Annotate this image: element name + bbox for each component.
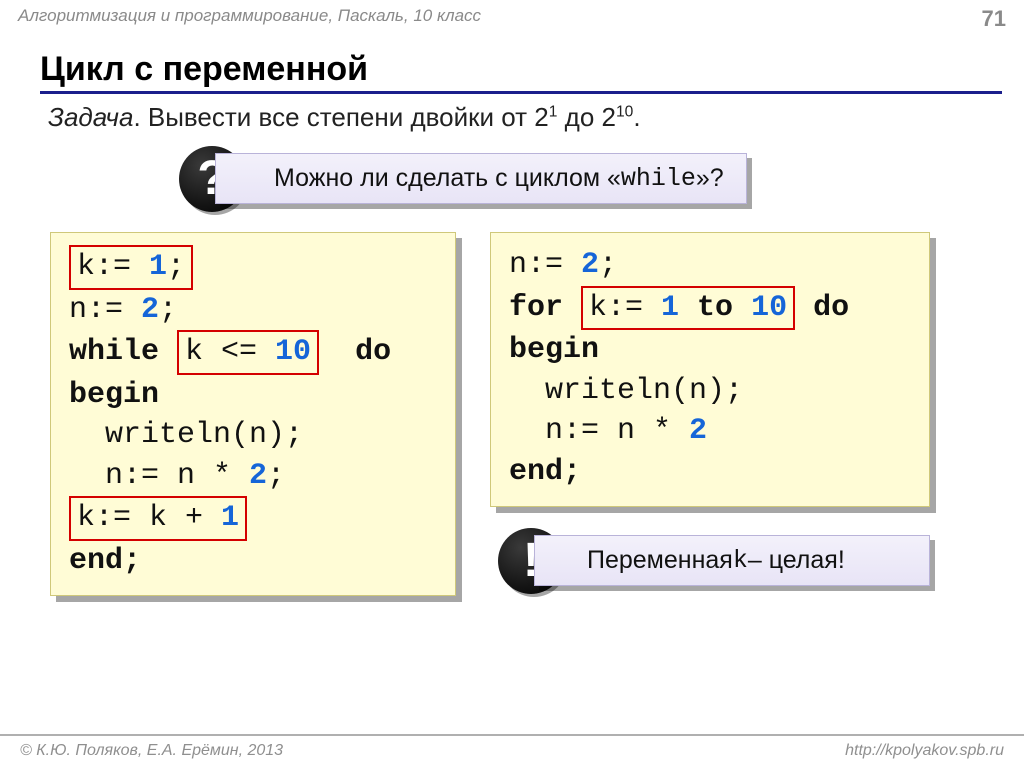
header-bar: Алгоритмизация и программирование, Паска… xyxy=(0,0,1024,32)
page-number: 71 xyxy=(982,6,1006,32)
code-num: 1 xyxy=(221,501,239,535)
code-text: ; xyxy=(167,250,185,284)
task-label: Задача xyxy=(48,102,133,132)
code-num: 2 xyxy=(249,459,267,493)
note-code: k xyxy=(733,546,748,575)
note-text-before: Переменная xyxy=(587,546,733,575)
code-line: begin xyxy=(69,375,433,416)
code-text: ; xyxy=(159,293,177,327)
page-title: Цикл с переменной xyxy=(40,50,1002,94)
code-num: 2 xyxy=(141,293,159,327)
right-column: n:= 2; for k:= 1 to 10 do begin writeln(… xyxy=(490,232,930,586)
code-text: k:= xyxy=(589,291,661,325)
highlight-box: k:= k + 1 xyxy=(69,496,247,541)
highlight-box: k:= 1; xyxy=(69,245,193,290)
question-code: while xyxy=(621,164,696,193)
code-text: writeln(n); xyxy=(509,371,743,412)
highlight-box: k:= 1 to 10 xyxy=(581,286,795,331)
question-callout: ? Можно ли сделать с циклом «while»? xyxy=(215,153,747,204)
code-line: n:= 2; xyxy=(69,290,433,331)
code-text: k <= xyxy=(185,335,275,369)
code-line: k:= k + 1 xyxy=(69,496,433,541)
code-text: n:= xyxy=(69,293,141,327)
slide: Алгоритмизация и программирование, Паска… xyxy=(0,0,1024,768)
code-text: n:= n * 2; xyxy=(69,456,285,497)
question-row: ? Можно ли сделать с циклом «while»? xyxy=(0,153,1024,204)
code-text: ; xyxy=(267,459,285,493)
code-keyword: to xyxy=(679,291,751,325)
code-text: n:= n * 2 xyxy=(509,411,707,452)
question-text-before: Можно ли сделать с циклом « xyxy=(274,164,621,193)
code-line: n:= n * 2; xyxy=(69,456,433,497)
code-line: k:= 1; xyxy=(69,245,433,290)
footer-bar: © К.Ю. Поляков, Е.А. Ерёмин, 2013 http:/… xyxy=(0,734,1024,760)
code-text: n:= n * xyxy=(545,414,689,448)
task-text: Задача. Вывести все степени двойки от 2 1… xyxy=(48,102,984,133)
code-keyword: for xyxy=(509,291,581,325)
code-text: n:= n * xyxy=(105,459,249,493)
task-sup2: 10 xyxy=(616,103,633,120)
code-num: 2 xyxy=(689,414,707,448)
code-line: n:= 2; xyxy=(509,245,907,286)
task-pre: . Вывести все степени двойки от 2 xyxy=(133,102,548,132)
footer-url: http://kpolyakov.spb.ru xyxy=(845,742,1004,760)
code-keyword: do xyxy=(795,291,849,325)
question-body: Можно ли сделать с циклом «while»? xyxy=(215,153,747,204)
code-line: writeln(n); xyxy=(509,371,907,412)
code-num: 1 xyxy=(149,250,167,284)
code-text: ; xyxy=(599,248,617,282)
question-text-after: »? xyxy=(696,164,724,193)
code-num: 10 xyxy=(275,335,311,369)
code-line: begin xyxy=(509,330,907,371)
code-line: writeln(n); xyxy=(69,415,433,456)
code-area: k:= 1; n:= 2; while k <= 10 do begin wri… xyxy=(50,232,984,596)
code-line: end; xyxy=(509,452,907,493)
code-keyword: do xyxy=(319,335,391,369)
highlight-box: k <= 10 xyxy=(177,330,319,375)
code-text: writeln(n); xyxy=(69,415,303,456)
task-mid: до 2 xyxy=(557,102,616,132)
code-line: for k:= 1 to 10 do xyxy=(509,286,907,331)
code-line: while k <= 10 do xyxy=(69,330,433,375)
code-text: n:= xyxy=(509,248,581,282)
code-line: end; xyxy=(69,541,433,582)
code-num: 10 xyxy=(751,291,787,325)
code-keyword: while xyxy=(69,335,177,369)
code-block-for: n:= 2; for k:= 1 to 10 do begin writeln(… xyxy=(490,232,930,507)
code-num: 2 xyxy=(581,248,599,282)
code-text: k:= xyxy=(77,250,149,284)
code-line: n:= n * 2 xyxy=(509,411,907,452)
note-text-after: – целая! xyxy=(748,546,845,575)
code-block-while: k:= 1; n:= 2; while k <= 10 do begin wri… xyxy=(50,232,456,596)
note-callout: ! Переменная k – целая! xyxy=(534,535,930,586)
course-label: Алгоритмизация и программирование, Паска… xyxy=(18,6,481,26)
copyright-text: © К.Ю. Поляков, Е.А. Ерёмин, 2013 xyxy=(20,742,283,760)
code-text: k:= k + xyxy=(77,501,221,535)
task-end: . xyxy=(633,102,640,132)
code-num: 1 xyxy=(661,291,679,325)
note-body: Переменная k – целая! xyxy=(534,535,930,586)
